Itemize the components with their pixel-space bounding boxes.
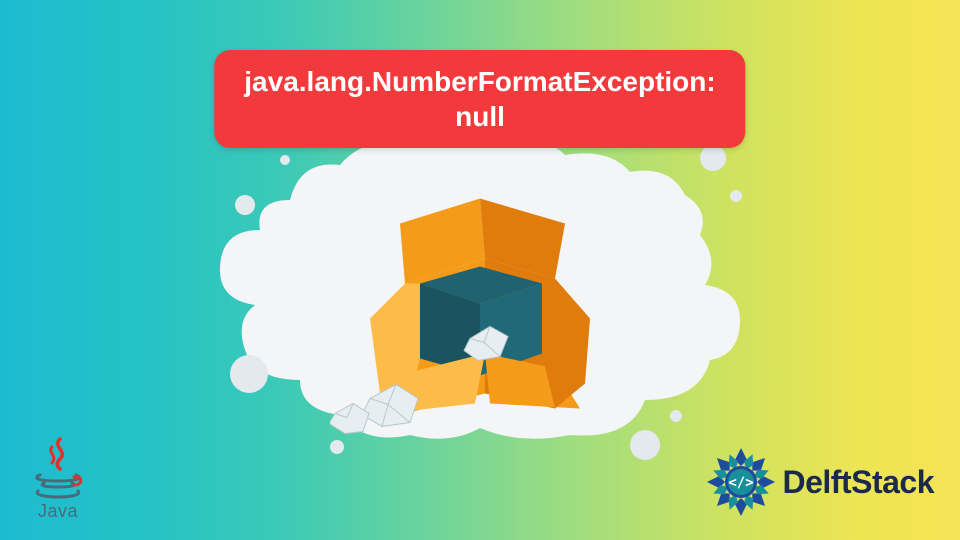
java-icon (30, 437, 86, 499)
decor-dot (630, 430, 660, 460)
svg-text:</>: </> (728, 475, 753, 491)
decor-dot (235, 195, 255, 215)
decor-dot (730, 190, 742, 202)
decor-dot (230, 355, 268, 393)
delftstack-logo: </> DelftStack (705, 446, 935, 518)
illustration-area (200, 100, 760, 450)
decor-dot (670, 410, 682, 422)
java-logo-label: Java (38, 501, 78, 522)
open-box-illustration (330, 144, 630, 449)
delftstack-icon: </> (705, 446, 777, 518)
decor-dot (700, 145, 726, 171)
decor-dot (280, 155, 290, 165)
delftstack-logo-label: DelftStack (783, 464, 935, 501)
java-logo: Java (30, 437, 86, 522)
title-badge: java.lang.NumberFormatException: null (214, 50, 745, 148)
